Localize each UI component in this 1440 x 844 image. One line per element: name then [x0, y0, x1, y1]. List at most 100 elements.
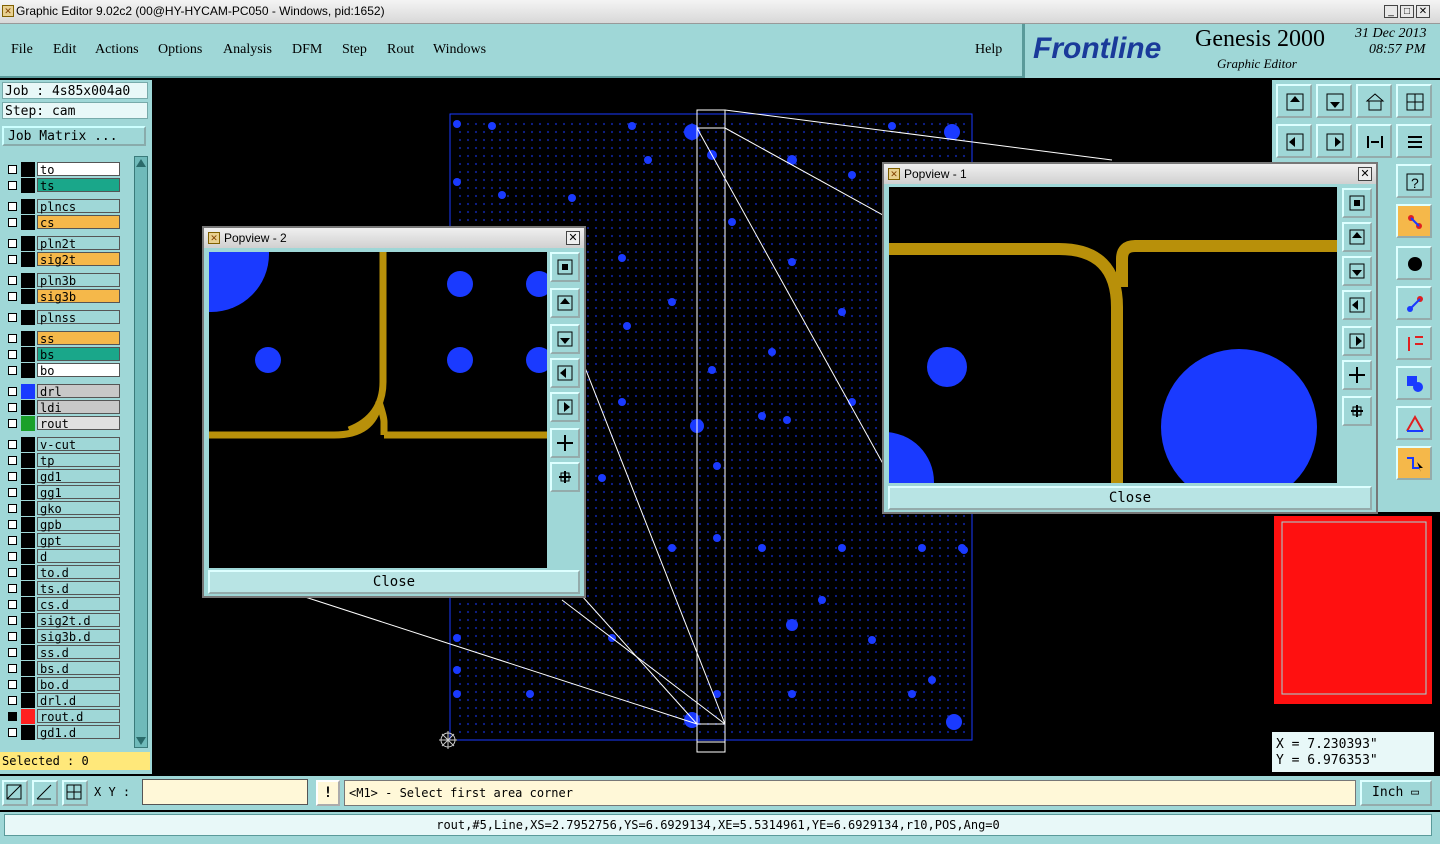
layer-checkbox[interactable]	[8, 664, 17, 673]
layer-name[interactable]: bo	[37, 363, 120, 378]
layer-color-swatch[interactable]	[21, 273, 35, 288]
tool-shapes-icon[interactable]	[1396, 366, 1432, 400]
layer-row[interactable]: cs	[2, 215, 122, 230]
layer-row[interactable]: bs	[2, 347, 122, 362]
layer-name[interactable]: d	[37, 549, 120, 564]
layer-color-swatch[interactable]	[21, 517, 35, 532]
layer-color-swatch[interactable]	[21, 533, 35, 548]
layer-checkbox[interactable]	[8, 536, 17, 545]
layer-color-swatch[interactable]	[21, 613, 35, 628]
layer-name[interactable]: ts	[37, 178, 120, 193]
layer-row[interactable]: gpb	[2, 517, 122, 532]
layer-color-swatch[interactable]	[21, 400, 35, 415]
menu-rout[interactable]: Rout	[387, 42, 414, 58]
board-overview[interactable]	[1272, 514, 1434, 706]
layer-color-swatch[interactable]	[21, 597, 35, 612]
layer-checkbox[interactable]	[8, 584, 17, 593]
layer-name[interactable]: cs	[37, 215, 120, 230]
layer-checkbox[interactable]	[8, 403, 17, 412]
popview-1-view[interactable]	[889, 187, 1337, 483]
layer-row[interactable]: sig2t	[2, 252, 122, 267]
layer-name[interactable]: drl.d	[37, 693, 120, 708]
layer-checkbox[interactable]	[8, 239, 17, 248]
layer-color-swatch[interactable]	[21, 363, 35, 378]
layer-name[interactable]: rout.d	[37, 709, 120, 724]
layer-checkbox[interactable]	[8, 648, 17, 657]
layer-color-swatch[interactable]	[21, 693, 35, 708]
layer-color-swatch[interactable]	[21, 289, 35, 304]
layer-color-swatch[interactable]	[21, 581, 35, 596]
layer-color-swatch[interactable]	[21, 501, 35, 516]
menu-help[interactable]: Help	[975, 42, 1002, 58]
layer-checkbox[interactable]	[8, 165, 17, 174]
layer-checkbox[interactable]	[8, 387, 17, 396]
layer-color-swatch[interactable]	[21, 252, 35, 267]
popview-2-zoom-out-icon[interactable]	[550, 462, 580, 492]
layer-checkbox[interactable]	[8, 568, 17, 577]
layer-color-swatch[interactable]	[21, 565, 35, 580]
tool-up-icon[interactable]	[1276, 84, 1312, 118]
popview-1-up-icon[interactable]	[1342, 222, 1372, 252]
popview-1-titlebar[interactable]: ✕ Popview - 1 ✕	[884, 164, 1376, 184]
layer-checkbox[interactable]	[8, 292, 17, 301]
layer-name[interactable]: sig2t.d	[37, 613, 120, 628]
layer-name[interactable]: bs.d	[37, 661, 120, 676]
tool-mirror-icon[interactable]	[1356, 124, 1392, 158]
layer-row[interactable]: tp	[2, 453, 122, 468]
layer-color-swatch[interactable]	[21, 347, 35, 362]
layer-checkbox[interactable]	[8, 488, 17, 497]
tool-right-icon[interactable]	[1316, 124, 1352, 158]
layer-list-scrollbar[interactable]	[134, 156, 148, 748]
layer-row[interactable]: v-cut	[2, 437, 122, 452]
layer-checkbox[interactable]	[8, 600, 17, 609]
popview-1-zoom-in-icon[interactable]	[1342, 360, 1372, 390]
minimize-button[interactable]: _	[1384, 5, 1398, 18]
layer-row[interactable]: gd1.d	[2, 725, 122, 740]
close-window-button[interactable]: ✕	[1416, 5, 1430, 18]
menu-options[interactable]: Options	[158, 42, 202, 58]
layer-name[interactable]: gg1	[37, 485, 120, 500]
layer-color-swatch[interactable]	[21, 549, 35, 564]
layer-row[interactable]: bo.d	[2, 677, 122, 692]
layer-row[interactable]: to	[2, 162, 122, 177]
tool-line-icon[interactable]	[1396, 286, 1432, 320]
layer-checkbox[interactable]	[8, 440, 17, 449]
overview-map[interactable]	[1272, 514, 1434, 706]
layer-color-swatch[interactable]	[21, 661, 35, 676]
layer-name[interactable]: tp	[37, 453, 120, 468]
layer-row[interactable]: sig2t.d	[2, 613, 122, 628]
tool-home-icon[interactable]	[1356, 84, 1392, 118]
layer-name[interactable]: pln3b	[37, 273, 120, 288]
layer-name[interactable]: ts.d	[37, 581, 120, 596]
layer-checkbox[interactable]	[8, 181, 17, 190]
popview-1-down-icon[interactable]	[1342, 256, 1372, 286]
layer-row[interactable]: rout.d	[2, 709, 122, 724]
layer-checkbox[interactable]	[8, 456, 17, 465]
tool-pad-icon[interactable]	[1396, 246, 1432, 280]
layer-name[interactable]: to.d	[37, 565, 120, 580]
layer-color-swatch[interactable]	[21, 485, 35, 500]
window-titlebar[interactable]: ✕ Graphic Editor 9.02c2 (00@HY-HYCAM-PC0…	[0, 0, 1440, 24]
layer-color-swatch[interactable]	[21, 416, 35, 431]
layer-checkbox[interactable]	[8, 255, 17, 264]
layer-checkbox[interactable]	[8, 728, 17, 737]
units-selector[interactable]: Inch ▭	[1360, 780, 1432, 806]
layer-color-swatch[interactable]	[21, 453, 35, 468]
layer-color-swatch[interactable]	[21, 469, 35, 484]
popview-1-zoom-out-icon[interactable]	[1342, 396, 1372, 426]
tool-arc-icon[interactable]	[1396, 406, 1432, 440]
layer-color-swatch[interactable]	[21, 629, 35, 644]
layer-checkbox[interactable]	[8, 334, 17, 343]
tool-measure-icon[interactable]	[32, 780, 58, 806]
execute-button[interactable]: !	[316, 780, 340, 806]
popview-1-close-icon[interactable]: ✕	[1358, 167, 1372, 181]
layer-row[interactable]: rout	[2, 416, 122, 431]
layer-checkbox[interactable]	[8, 366, 17, 375]
layer-color-swatch[interactable]	[21, 384, 35, 399]
layer-checkbox[interactable]	[8, 350, 17, 359]
popview-2-fit-icon[interactable]	[550, 252, 580, 282]
layer-name[interactable]: cs.d	[37, 597, 120, 612]
layer-checkbox[interactable]	[8, 632, 17, 641]
layer-name[interactable]: bo.d	[37, 677, 120, 692]
popview-2-view[interactable]	[209, 252, 547, 568]
